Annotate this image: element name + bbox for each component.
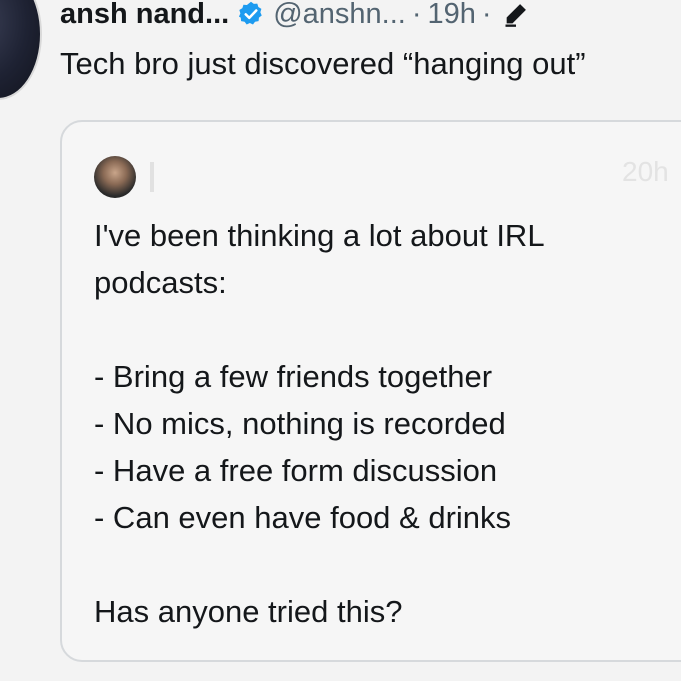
edit-pencil-icon [502, 0, 530, 28]
quoted-list-item: - No mics, nothing is recorded [94, 406, 506, 441]
quoted-list-item: - Have a free form discussion [94, 453, 498, 488]
quoted-author-name [150, 162, 154, 192]
tweet-timestamp[interactable]: 19h [427, 0, 475, 31]
quoted-line: Has anyone tried this? [94, 594, 403, 629]
tweet-header: ansh nand... @anshn... · 19h · [60, 0, 530, 34]
author-avatar[interactable] [0, 0, 42, 100]
separator-dot-2: · [481, 0, 492, 30]
quoted-tweet-card[interactable]: 20h I've been thinking a lot about IRL p… [60, 120, 681, 662]
verified-badge-icon [237, 0, 265, 28]
quoted-line: I've been thinking a lot about IRL [94, 218, 545, 253]
separator-dot: · [411, 0, 422, 30]
author-display-name[interactable]: ansh nand... [60, 0, 229, 31]
quoted-tweet-text: I've been thinking a lot about IRL podca… [94, 212, 654, 635]
quoted-list-item: - Can even have food & drinks [94, 500, 512, 535]
quoted-tweet-timestamp: 20h [622, 156, 669, 187]
quoted-line: podcasts: [94, 265, 227, 300]
quoted-list-item: - Bring a few friends together [94, 359, 493, 394]
tweet-screenshot: ansh nand... @anshn... · 19h · Tech bro … [0, 0, 681, 681]
quoted-author-avatar[interactable] [94, 156, 136, 198]
tweet-text: Tech bro just discovered “hanging out” [60, 46, 586, 81]
author-handle[interactable]: @anshn... [273, 0, 406, 31]
